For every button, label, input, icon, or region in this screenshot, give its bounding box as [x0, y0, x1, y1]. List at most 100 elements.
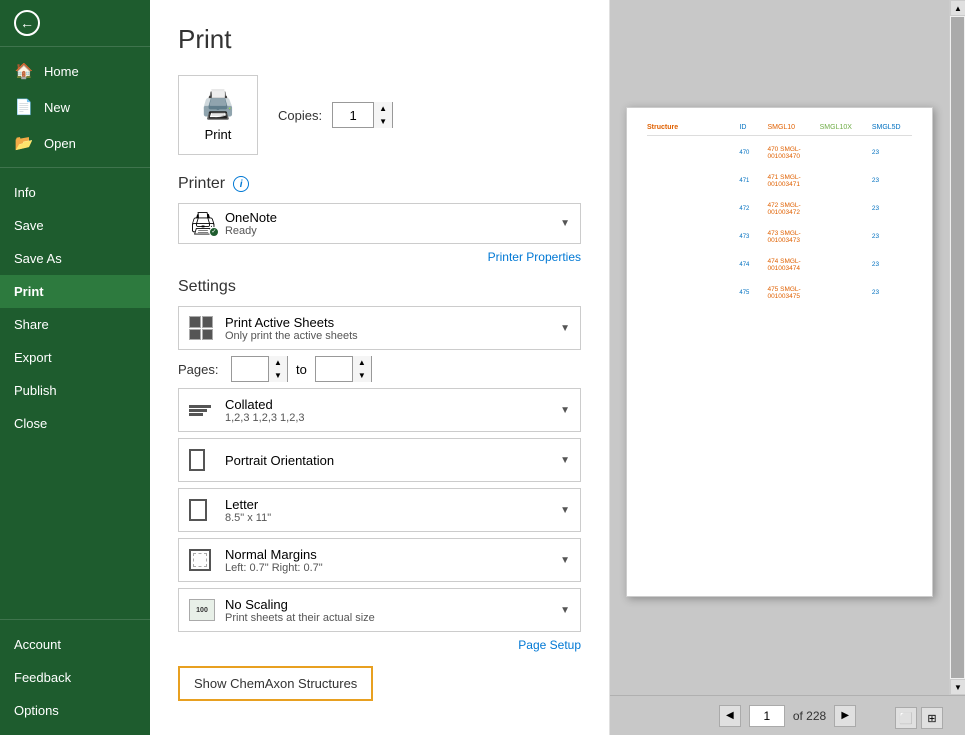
- sidebar-item-publish[interactable]: Publish: [0, 374, 150, 407]
- sidebar-item-open-label: Open: [44, 136, 76, 151]
- pages-to-label: to: [296, 362, 307, 377]
- sidebar-item-publish-label: Publish: [14, 383, 57, 398]
- printer-properties-link[interactable]: Printer Properties: [178, 250, 581, 264]
- sidebar-nav-top: 🏠 Home 📄 New 📂 Open: [0, 47, 150, 168]
- multi-page-view-button[interactable]: ⊞: [921, 707, 943, 729]
- printer-info-icon[interactable]: i: [233, 176, 249, 192]
- sidebar-item-home-label: Home: [44, 64, 79, 79]
- printer-icon-wrap: 🖨: [189, 211, 217, 237]
- sidebar-item-info[interactable]: Info: [0, 176, 150, 209]
- no-scale-icon: 100: [189, 599, 215, 621]
- sidebar-item-save-label: Save: [14, 218, 44, 233]
- printer-icon: 🖨️: [201, 88, 236, 121]
- preview-data-row-0: 470 470 SMGL-001003470 23: [647, 146, 912, 160]
- orientation-dropdown[interactable]: Portrait Orientation ▼: [178, 438, 581, 482]
- preview-id-5: 475: [739, 290, 755, 296]
- paper-arrow: ▼: [560, 505, 570, 516]
- preview-panel: ▲ ▼ Structure ID SMGL10 SMGL10X SMGL5D: [610, 0, 965, 735]
- paper-dropdown[interactable]: Letter 8.5" x 11" ▼: [178, 488, 581, 532]
- sidebar-item-print[interactable]: Print: [0, 275, 150, 308]
- sidebar-item-feedback[interactable]: Feedback: [0, 661, 150, 694]
- printer-status: Ready: [225, 225, 552, 237]
- settings-section-title: Settings: [178, 278, 581, 296]
- scroll-thumb[interactable]: [951, 17, 964, 678]
- margins-dropdown[interactable]: Normal Margins Left: 0.7" Right: 0.7" ▼: [178, 538, 581, 582]
- copies-increment[interactable]: ▲: [374, 102, 392, 115]
- settings-panel: Print 🖨️ Print Copies: ▲ ▼: [150, 0, 610, 735]
- preview-v1-4: 474 SMGL-001003474: [767, 258, 807, 272]
- preview-id-3: 473: [739, 234, 755, 240]
- preview-v3-5: 23: [872, 289, 912, 296]
- scaling-arrow: ▼: [560, 605, 570, 616]
- preview-data-row-5: 475 475 SMGL-001003475 23: [647, 286, 912, 300]
- preview-v1-3: 473 SMGL-001003473: [767, 230, 807, 244]
- pages-from-up[interactable]: ▲: [269, 356, 287, 369]
- back-button[interactable]: ←: [0, 0, 150, 47]
- scaling-dropdown[interactable]: 100 No Scaling Print sheets at their act…: [178, 588, 581, 632]
- pages-to-up[interactable]: ▲: [353, 356, 371, 369]
- preview-col-smgl5d: SMGL5D: [872, 124, 912, 131]
- copies-decrement[interactable]: ▼: [374, 115, 392, 128]
- open-icon: 📂: [14, 134, 34, 152]
- scaling-icon: 100: [189, 599, 217, 621]
- scroll-down[interactable]: ▼: [950, 679, 965, 695]
- preview-id-1: 471: [739, 178, 755, 184]
- preview-area: Structure ID SMGL10 SMGL10X SMGL5D 470 4…: [610, 0, 965, 695]
- print-button-row: 🖨️ Print Copies: ▲ ▼: [178, 75, 581, 155]
- sidebar-bottom: Account Feedback Options: [0, 619, 150, 735]
- collated-arrow: ▼: [560, 405, 570, 416]
- preview-nav: ◀ of 228 ▶ ⬜ ⊞: [610, 695, 965, 735]
- margins-arrow: ▼: [560, 555, 570, 566]
- sidebar-item-saveas[interactable]: Save As: [0, 242, 150, 275]
- sidebar-item-open[interactable]: 📂 Open: [0, 125, 150, 161]
- preview-id-2: 472: [739, 206, 755, 212]
- preview-header-row: Structure ID SMGL10 SMGL10X SMGL5D: [647, 124, 912, 136]
- sidebar-item-new[interactable]: 📄 New: [0, 89, 150, 125]
- printer-dropdown-arrow: ▼: [560, 218, 570, 229]
- preview-v1-0: 470 SMGL-001003470: [767, 146, 807, 160]
- prev-page-button[interactable]: ◀: [719, 705, 741, 727]
- show-chemaxon-button[interactable]: Show ChemAxon Structures: [178, 666, 373, 701]
- next-page-button[interactable]: ▶: [834, 705, 856, 727]
- preview-id-0: 470: [739, 150, 755, 156]
- sidebar-item-options[interactable]: Options: [0, 694, 150, 727]
- printer-dropdown[interactable]: 🖨 OneNote Ready ▼: [178, 203, 581, 244]
- sidebar-item-home[interactable]: 🏠 Home: [0, 53, 150, 89]
- page-number-input[interactable]: [749, 705, 785, 727]
- preview-data-row-2: 472 472 SMGL-001003472 23: [647, 202, 912, 216]
- collated-main: Collated: [225, 397, 552, 412]
- collated-text: Collated 1,2,3 1,2,3 1,2,3: [225, 397, 552, 424]
- sidebar-item-account[interactable]: Account: [0, 628, 150, 661]
- scroll-up[interactable]: ▲: [950, 0, 965, 16]
- printer-name: OneNote: [225, 210, 552, 225]
- sidebar-item-print-label: Print: [14, 284, 44, 299]
- sidebar: ← 🏠 Home 📄 New 📂 Open Info Save Save As …: [0, 0, 150, 735]
- sidebar-item-export-label: Export: [14, 350, 52, 365]
- preview-v3-1: 23: [872, 177, 912, 184]
- print-button[interactable]: 🖨️ Print: [178, 75, 258, 155]
- new-icon: 📄: [14, 98, 34, 116]
- sidebar-item-close[interactable]: Close: [0, 407, 150, 440]
- paper-icon: [189, 499, 217, 521]
- preview-v3-0: 23: [872, 149, 912, 156]
- sidebar-item-export[interactable]: Export: [0, 341, 150, 374]
- pages-row: Pages: ▲ ▼ to ▲ ▼: [178, 356, 581, 382]
- copies-row: Copies: ▲ ▼: [278, 102, 393, 128]
- collated-dropdown[interactable]: Collated 1,2,3 1,2,3 1,2,3 ▼: [178, 388, 581, 432]
- page-setup-link[interactable]: Page Setup: [178, 638, 581, 652]
- sidebar-item-save[interactable]: Save: [0, 209, 150, 242]
- pages-to-field[interactable]: [316, 357, 352, 381]
- copies-field[interactable]: [333, 103, 373, 127]
- print-sheets-dropdown[interactable]: Print Active Sheets Only print the activ…: [178, 306, 581, 350]
- print-button-label: Print: [205, 127, 232, 142]
- main-content: Print 🖨️ Print Copies: ▲ ▼: [150, 0, 965, 735]
- preview-data-row-1: 471 471 SMGL-001003471 23: [647, 174, 912, 188]
- print-sheets-arrow: ▼: [560, 323, 570, 334]
- margins-sub: Left: 0.7" Right: 0.7": [225, 562, 552, 574]
- pages-from-field[interactable]: [232, 357, 268, 381]
- sidebar-item-share[interactable]: Share: [0, 308, 150, 341]
- pages-label: Pages:: [178, 362, 223, 377]
- single-page-view-button[interactable]: ⬜: [895, 707, 917, 729]
- pages-to-down[interactable]: ▼: [353, 369, 371, 382]
- pages-from-down[interactable]: ▼: [269, 369, 287, 382]
